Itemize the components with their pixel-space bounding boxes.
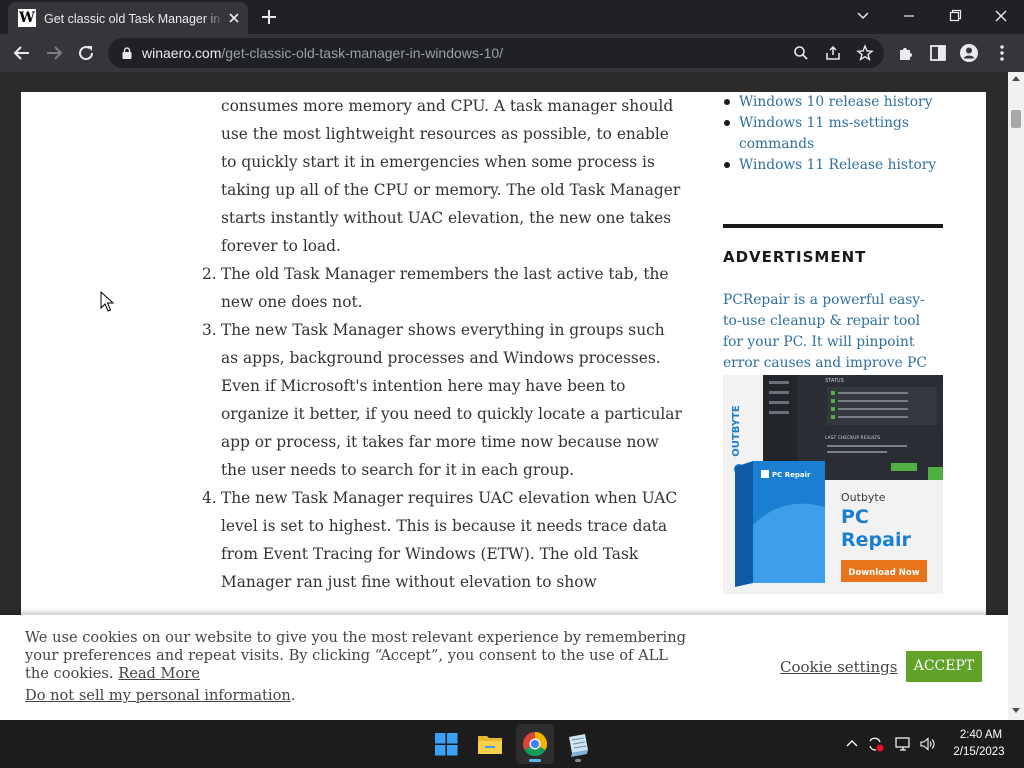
- extensions-puzzle-icon[interactable]: [896, 43, 916, 63]
- list-item-text: The new Task Manager requires UAC elevat…: [221, 489, 678, 591]
- ad-download-button[interactable]: Download Now: [848, 568, 919, 578]
- bullet-icon: [724, 120, 730, 126]
- read-more-link[interactable]: Read More: [118, 665, 200, 682]
- clock-time[interactable]: 2:40 AM: [952, 729, 1010, 741]
- list-number: 4.: [202, 489, 217, 507]
- url-text: winaero.com/get-classic-old-task-manager…: [142, 45, 503, 61]
- show-hidden-icons-chevron-up-icon[interactable]: [843, 735, 861, 753]
- chrome-menu-icon[interactable]: [992, 43, 1012, 63]
- share-icon[interactable]: [824, 44, 842, 62]
- windows-taskbar: 2:40 AM 2/15/2023: [0, 720, 1024, 768]
- tab-title: Get classic old Task Manager in Windows …: [44, 12, 222, 26]
- browser-tab[interactable]: W Get classic old Task Manager in Window…: [8, 2, 248, 34]
- notepad-app-icon[interactable]: [560, 726, 596, 762]
- browser-toolbar: winaero.com/get-classic-old-task-manager…: [0, 34, 1024, 72]
- tab-search-chevron-down-icon[interactable]: [848, 2, 878, 30]
- url-host: winaero.com: [142, 45, 222, 61]
- bookmark-star-icon[interactable]: [856, 44, 874, 62]
- related-link-release-history-10[interactable]: Windows 10 release history: [723, 92, 943, 113]
- related-link-label[interactable]: Windows 11 ms-settings commands: [739, 115, 909, 152]
- cookie-message: We use cookies on our website to give yo…: [25, 629, 695, 683]
- active-app-indicator: [529, 759, 541, 762]
- list-number: 2.: [202, 265, 217, 283]
- close-window-icon[interactable]: [986, 2, 1016, 30]
- close-tab-icon[interactable]: [226, 10, 242, 26]
- tab-strip: W Get classic old Task Manager in Window…: [0, 0, 1024, 34]
- do-not-sell-link[interactable]: Do not sell my personal information: [25, 687, 291, 704]
- url-path: /get-classic-old-task-manager-in-windows…: [221, 45, 504, 61]
- related-link-label[interactable]: Windows 11 Release history: [739, 157, 936, 173]
- list-item-text: The new Task Manager shows everything in…: [221, 321, 682, 479]
- accept-cookies-button[interactable]: ACCEPT: [906, 651, 982, 682]
- ad-results-label: LAST CHECKUP RESULTS: [825, 435, 880, 441]
- related-link-ms-settings[interactable]: Windows 11 ms-settings commands: [723, 113, 943, 155]
- chrome-app-icon[interactable]: [517, 726, 553, 762]
- bullet-icon: [724, 99, 730, 105]
- related-links-list: Windows 10 release history Windows 11 ms…: [723, 92, 943, 176]
- list-item: 4. The new Task Manager requires UAC ele…: [202, 484, 683, 596]
- ad-brand: Outbyte: [841, 491, 886, 504]
- pc-repair-ad-image: STATUS LAST CHECKUP RESULTS OUTBYTE PC R…: [723, 375, 943, 594]
- scroll-up-arrow-icon[interactable]: [1012, 76, 1020, 81]
- volume-speaker-icon[interactable]: [918, 735, 936, 753]
- cookie-consent-bar: We use cookies on our website to give yo…: [0, 615, 1008, 720]
- file-explorer-icon[interactable]: [472, 726, 508, 762]
- ad-product-line2: Repair: [841, 529, 911, 551]
- ad-product-line1: PC: [841, 506, 869, 528]
- do-not-sell: Do not sell my personal information.: [25, 687, 295, 705]
- pc-repair-ad-banner[interactable]: STATUS LAST CHECKUP RESULTS OUTBYTE PC R…: [723, 375, 943, 594]
- cookie-settings-link[interactable]: Cookie settings: [780, 658, 897, 676]
- section-divider: [723, 224, 943, 228]
- sync-alert-icon[interactable]: [866, 735, 884, 753]
- search-zoom-icon[interactable]: [792, 44, 810, 62]
- running-app-indicator: [575, 759, 581, 762]
- address-bar[interactable]: winaero.com/get-classic-old-task-manager…: [108, 38, 884, 68]
- list-number: 3.: [202, 321, 217, 339]
- winaero-favicon-icon: W: [18, 9, 36, 27]
- list-item-text: consumes more memory and CPU. A task man…: [221, 97, 681, 255]
- list-item: consumes more memory and CPU. A task man…: [221, 92, 683, 260]
- reload-icon[interactable]: [74, 41, 98, 65]
- list-item-text: The old Task Manager remembers the last …: [221, 265, 669, 311]
- page-scrollbar[interactable]: [1008, 72, 1024, 720]
- ad-box-label: PC Repair: [772, 471, 811, 479]
- do-not-sell-suffix: .: [290, 687, 296, 704]
- outbyte-vertical-label: OUTBYTE: [731, 405, 742, 457]
- article-body: consumes more memory and CPU. A task man…: [202, 92, 683, 596]
- page-viewport: consumes more memory and CPU. A task man…: [0, 72, 1008, 720]
- ad-heading: ADVERTISMENT: [723, 248, 867, 266]
- scroll-thumb[interactable]: [1011, 110, 1021, 128]
- list-item: 2. The old Task Manager remembers the la…: [202, 260, 683, 316]
- network-monitor-icon[interactable]: [894, 735, 912, 753]
- minimize-window-icon[interactable]: [894, 2, 924, 30]
- windows-start-icon[interactable]: [428, 726, 464, 762]
- back-arrow-icon[interactable]: [10, 41, 34, 65]
- sidebar: Windows 10 release history Windows 11 ms…: [723, 92, 943, 594]
- scroll-down-arrow-icon[interactable]: [1012, 708, 1020, 713]
- ad-status-label: STATUS: [825, 378, 844, 384]
- side-panel-icon[interactable]: [928, 43, 948, 63]
- tab-title-fade: [204, 8, 224, 30]
- profile-avatar-icon[interactable]: [959, 43, 979, 63]
- restore-window-icon[interactable]: [940, 2, 970, 30]
- bullet-icon: [724, 162, 730, 168]
- new-tab-icon[interactable]: [258, 6, 280, 28]
- related-link-release-history-11[interactable]: Windows 11 Release history: [723, 155, 943, 176]
- forward-arrow-icon[interactable]: [42, 41, 66, 65]
- list-item: 3. The new Task Manager shows everything…: [202, 316, 683, 484]
- lock-icon[interactable]: [120, 46, 134, 60]
- clock-date[interactable]: 2/15/2023: [946, 746, 1012, 758]
- mouse-cursor-icon: [100, 291, 115, 312]
- related-link-label[interactable]: Windows 10 release history: [739, 94, 932, 110]
